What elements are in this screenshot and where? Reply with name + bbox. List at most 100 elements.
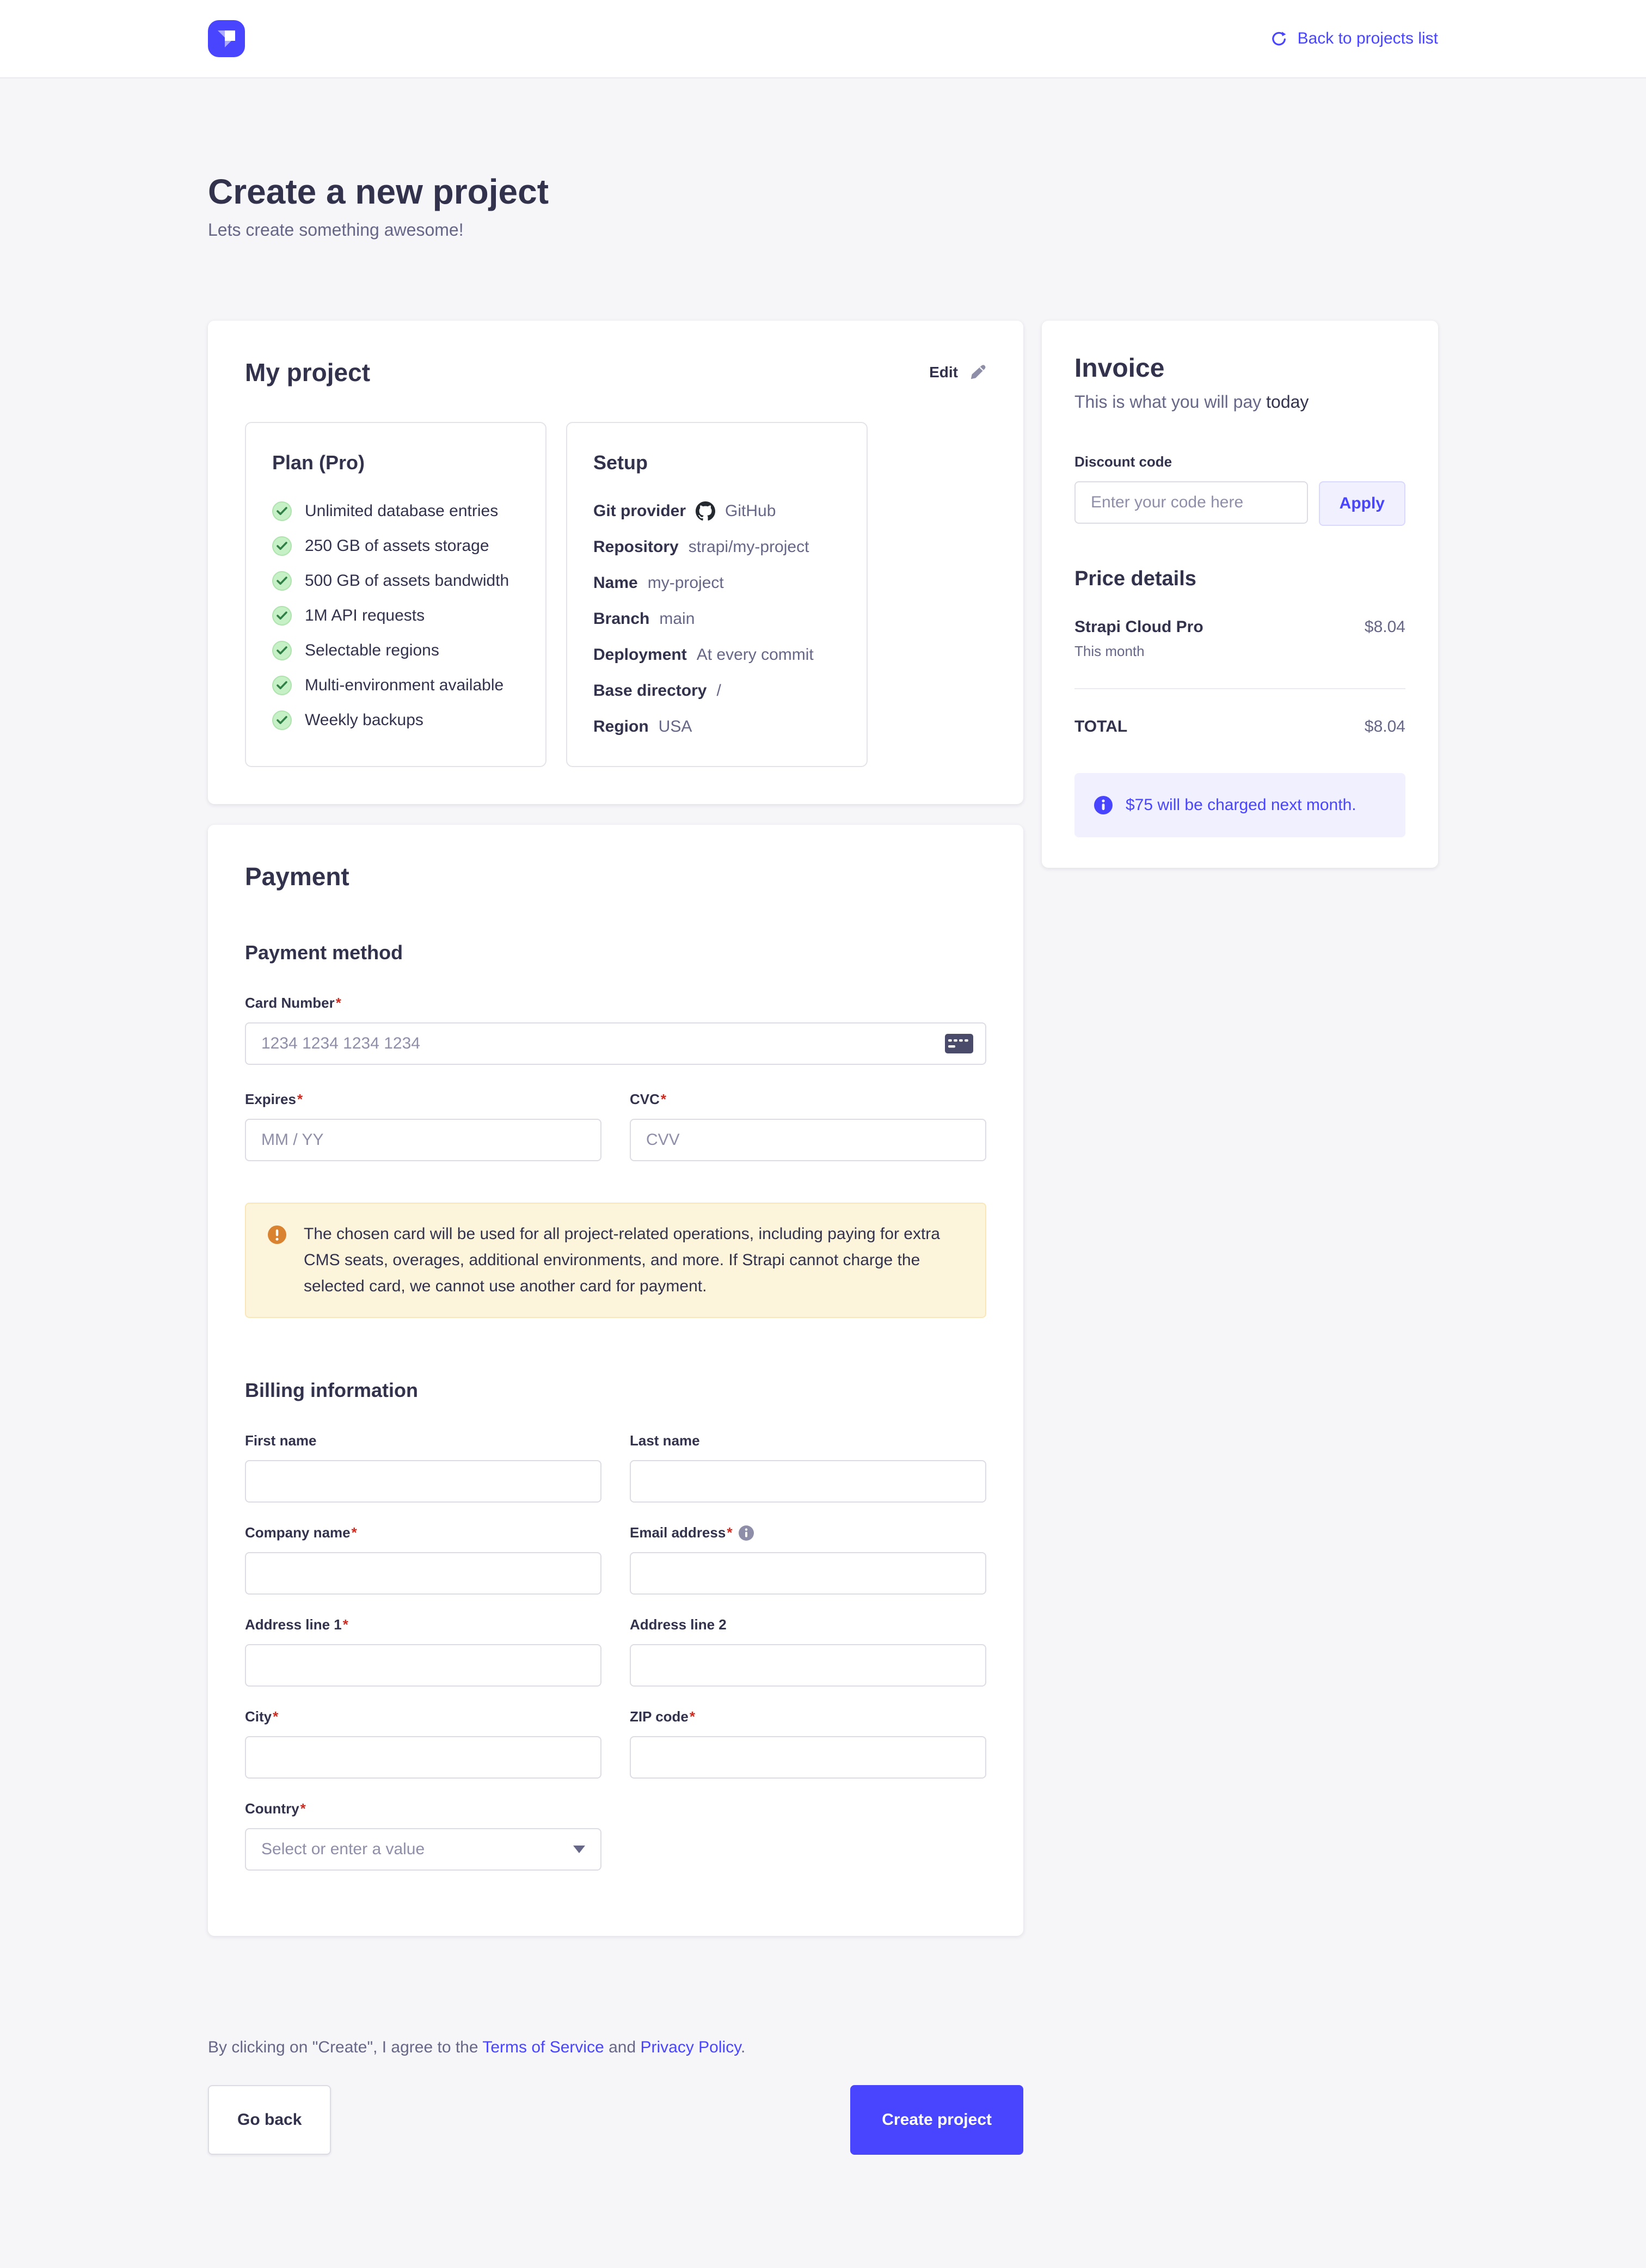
info-circle-icon: [1094, 796, 1113, 814]
plan-feature-list: Unlimited database entries 250 GB of ass…: [272, 500, 519, 731]
next-month-note: $75 will be charged next month.: [1074, 773, 1405, 837]
check-icon: [272, 536, 292, 556]
address-line-1-field: Address line 1*: [245, 1616, 601, 1687]
first-name-input[interactable]: [245, 1460, 601, 1503]
warning-text: The chosen card will be used for all pro…: [304, 1221, 957, 1299]
zip-code-input[interactable]: [630, 1736, 986, 1779]
zip-code-field: ZIP code*: [630, 1708, 986, 1779]
first-name-field: First name: [245, 1432, 601, 1503]
cvc-field: CVC*: [630, 1091, 986, 1161]
setup-row-name: Name my-project: [593, 572, 840, 594]
terms-text: By clicking on "Create", I agree to the …: [208, 2038, 1023, 2057]
setup-row-base-directory: Base directory /: [593, 680, 840, 702]
total-row: TOTAL $8.04: [1074, 718, 1405, 736]
address-line-1-input[interactable]: [245, 1644, 601, 1687]
github-icon: [696, 501, 715, 521]
setup-row-deployment: Deployment At every commit: [593, 644, 840, 666]
total-amount: $8.04: [1365, 718, 1405, 736]
check-icon: [272, 676, 292, 695]
terms-of-service-link[interactable]: Terms of Service: [482, 2038, 604, 2056]
address-line-2-label: Address line 2: [630, 1616, 986, 1633]
price-item-period: This month: [1074, 643, 1405, 660]
payment-card: Payment Payment method Card Number*: [208, 825, 1023, 1936]
go-back-button[interactable]: Go back: [208, 2085, 331, 2155]
info-icon: [739, 1525, 754, 1541]
check-icon: [272, 571, 292, 591]
email-address-field: Email address*: [630, 1524, 986, 1595]
plan-feature: Unlimited database entries: [272, 500, 519, 522]
plan-feature: 250 GB of assets storage: [272, 535, 519, 557]
email-address-input[interactable]: [630, 1552, 986, 1595]
privacy-policy-link[interactable]: Privacy Policy: [640, 2038, 740, 2056]
cvc-input[interactable]: [630, 1119, 986, 1161]
invoice-title: Invoice: [1074, 353, 1405, 383]
last-name-input[interactable]: [630, 1460, 986, 1503]
plan-feature: Weekly backups: [272, 709, 519, 731]
plan-feature: Multi-environment available: [272, 675, 519, 696]
project-card-title: My project: [245, 358, 370, 387]
address-line-1-label: Address line 1*: [245, 1616, 601, 1633]
company-name-field: Company name*: [245, 1524, 601, 1595]
check-icon: [272, 641, 292, 660]
country-select[interactable]: Select or enter a value: [245, 1828, 601, 1871]
country-select-placeholder: Select or enter a value: [261, 1840, 425, 1859]
plan-box: Plan (Pro) Unlimited database entries 25…: [245, 422, 546, 767]
city-input[interactable]: [245, 1736, 601, 1779]
warning-icon: [268, 1225, 286, 1244]
city-field: City*: [245, 1708, 601, 1779]
price-divider: [1074, 688, 1405, 689]
setup-row-branch: Branch main: [593, 608, 840, 630]
price-item-amount: $8.04: [1365, 618, 1405, 636]
cvc-label: CVC*: [630, 1091, 986, 1108]
payment-method-heading: Payment method: [245, 941, 986, 964]
plan-feature: 1M API requests: [272, 605, 519, 627]
billing-heading: Billing information: [245, 1379, 986, 1402]
chevron-down-icon: [573, 1846, 585, 1853]
setup-row-repository: Repository strapi/my-project: [593, 536, 840, 558]
create-project-button[interactable]: Create project: [850, 2085, 1023, 2155]
page-title: Create a new project: [208, 170, 1438, 213]
check-icon: [272, 710, 292, 730]
expires-label: Expires*: [245, 1091, 601, 1108]
plan-feature: 500 GB of assets bandwidth: [272, 570, 519, 592]
card-number-label: Card Number*: [245, 995, 986, 1012]
payment-title: Payment: [245, 862, 986, 891]
top-bar: Back to projects list: [0, 0, 1646, 78]
setup-box: Setup Git provider GitHub: [566, 422, 868, 767]
expires-input[interactable]: [245, 1119, 601, 1161]
back-arrow-icon: [1270, 30, 1288, 47]
edit-project-button[interactable]: Edit: [929, 364, 986, 381]
invoice-subtitle: This is what you will pay today: [1074, 392, 1405, 412]
price-item-name: Strapi Cloud Pro: [1074, 618, 1203, 636]
plan-feature: Selectable regions: [272, 640, 519, 661]
strapi-logo-icon: [208, 20, 245, 57]
next-month-note-text: $75 will be charged next month.: [1126, 796, 1356, 814]
setup-title: Setup: [593, 451, 840, 474]
card-number-input[interactable]: [245, 1022, 986, 1065]
setup-row-region: Region USA: [593, 716, 840, 738]
apply-button[interactable]: Apply: [1319, 481, 1405, 526]
check-icon: [272, 501, 292, 521]
edit-label: Edit: [929, 364, 958, 381]
price-details-heading: Price details: [1074, 567, 1405, 591]
expires-field: Expires*: [245, 1091, 601, 1161]
company-name-input[interactable]: [245, 1552, 601, 1595]
total-label: TOTAL: [1074, 718, 1127, 736]
pencil-icon: [969, 364, 986, 381]
city-label: City*: [245, 1708, 601, 1725]
invoice-card: Invoice This is what you will pay today …: [1042, 321, 1438, 868]
credit-card-icon: [945, 1034, 973, 1053]
check-icon: [272, 606, 292, 626]
back-link-label: Back to projects list: [1298, 29, 1438, 48]
first-name-label: First name: [245, 1432, 601, 1449]
page-subtitle: Lets create something awesome!: [208, 220, 1438, 240]
discount-code-input[interactable]: [1074, 481, 1308, 524]
back-to-projects-link[interactable]: Back to projects list: [1270, 29, 1438, 48]
address-line-2-input[interactable]: [630, 1644, 986, 1687]
card-number-field: Card Number*: [245, 995, 986, 1065]
last-name-field: Last name: [630, 1432, 986, 1503]
email-address-label: Email address*: [630, 1524, 732, 1541]
country-field: Country* Select or enter a value: [245, 1800, 601, 1871]
address-line-2-field: Address line 2: [630, 1616, 986, 1687]
discount-code-label: Discount code: [1074, 453, 1405, 470]
